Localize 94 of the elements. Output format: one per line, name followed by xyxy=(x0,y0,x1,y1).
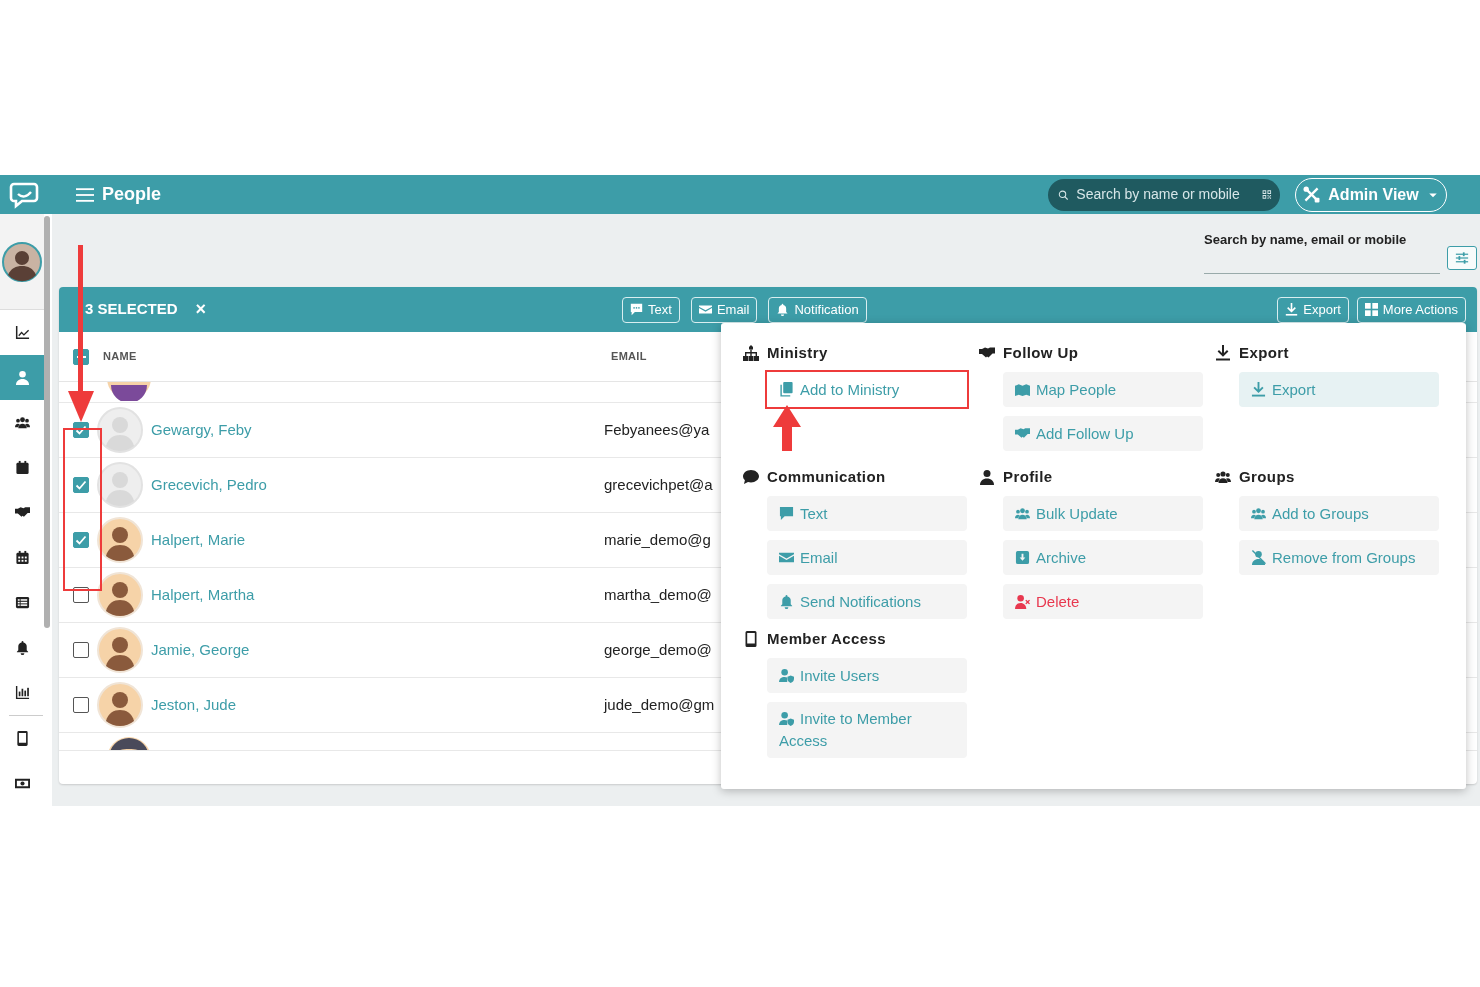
email-text: Febyanees@ya xyxy=(604,419,710,440)
menu-item[interactable]: Delete xyxy=(1003,584,1203,619)
email-text: marie_demo@g xyxy=(604,529,711,550)
handshake-icon xyxy=(1015,425,1030,441)
bell-icon xyxy=(776,303,790,316)
scrollbar[interactable] xyxy=(44,216,50,628)
section-title: Profile xyxy=(1003,466,1053,487)
email-text: jude_demo@gm xyxy=(604,694,715,715)
menu-item[interactable]: Add to Ministry xyxy=(767,372,967,407)
action-button[interactable]: More Actions xyxy=(1356,296,1466,323)
section-title: Communication xyxy=(767,466,886,487)
people-icon xyxy=(14,415,30,430)
section-title: Groups xyxy=(1239,466,1295,487)
person-slash-icon xyxy=(1251,549,1266,565)
search-input[interactable]: Search by name or mobile xyxy=(1076,184,1255,205)
person-shield-icon xyxy=(779,667,794,683)
people-icon xyxy=(1251,505,1266,521)
person-link[interactable]: Jamie, George xyxy=(151,638,604,662)
bell-icon xyxy=(14,640,30,655)
section-title: Ministry xyxy=(767,342,828,363)
selection-count: 3 SELECTED xyxy=(85,299,178,320)
email-text: grecevichpet@a xyxy=(604,474,713,495)
row-checkbox[interactable] xyxy=(73,532,89,548)
menu-item[interactable]: Invite to Member Access xyxy=(767,702,967,758)
calendar-grid-icon xyxy=(14,550,30,565)
annotation-arrow xyxy=(771,405,803,451)
row-checkbox[interactable] xyxy=(73,697,89,713)
hierarchy-icon xyxy=(743,345,759,361)
phone-icon xyxy=(743,631,759,647)
calendar-icon xyxy=(14,460,30,475)
filter-button[interactable] xyxy=(1447,246,1477,270)
person-link[interactable]: Halpert, Martha xyxy=(151,583,604,607)
person-link[interactable]: Jeston, Jude xyxy=(151,693,604,717)
menu-item[interactable]: Map People xyxy=(1003,372,1203,407)
person-link[interactable]: Grecevich, Pedro xyxy=(151,473,604,497)
action-button[interactable]: Notification xyxy=(768,296,867,323)
menu-item[interactable]: Remove from Groups xyxy=(1239,540,1439,575)
person-icon xyxy=(14,370,30,385)
bar-chart-icon xyxy=(14,685,30,700)
menu-item[interactable]: Export xyxy=(1239,372,1439,407)
close-button[interactable]: × xyxy=(195,296,207,323)
section-title: Follow Up xyxy=(1003,342,1079,363)
email-text: martha_demo@ xyxy=(604,584,712,605)
search-field[interactable]: Search by name or mobile xyxy=(1048,178,1280,211)
phone-icon xyxy=(14,731,30,746)
action-button[interactable]: Export xyxy=(1277,296,1349,323)
menu-item[interactable]: Archive xyxy=(1003,540,1203,575)
banknote-icon xyxy=(14,776,30,791)
documents-icon xyxy=(779,381,794,397)
qr-code-icon xyxy=(1262,187,1272,202)
column-header[interactable]: EMAIL xyxy=(611,348,647,365)
person-shield-icon xyxy=(779,711,794,726)
avatar[interactable] xyxy=(2,241,42,282)
person-remove-icon xyxy=(1015,593,1030,609)
line-chart-icon xyxy=(14,325,30,340)
person-link[interactable]: Halpert, Marie xyxy=(151,528,604,552)
menu-item[interactable]: Email xyxy=(767,540,967,575)
map-icon xyxy=(1015,381,1030,397)
email-text: george_demo@ xyxy=(604,639,712,660)
envelope-icon xyxy=(698,303,712,316)
row-checkbox[interactable] xyxy=(73,477,89,493)
menu-icon xyxy=(76,185,94,204)
section-title: Export xyxy=(1239,342,1289,363)
column-header[interactable]: NAME xyxy=(103,348,611,365)
field-label: Search by name, email or mobile xyxy=(1204,231,1408,249)
download-icon xyxy=(1285,303,1299,316)
message-icon xyxy=(779,505,794,521)
page-title: People xyxy=(102,183,162,206)
bell-icon xyxy=(779,593,794,609)
menu-button[interactable] xyxy=(76,185,94,204)
menu-item[interactable]: Send Notifications xyxy=(767,584,967,619)
menu-item[interactable]: Invite Users xyxy=(767,658,967,693)
menu-item[interactable]: Text xyxy=(767,496,967,531)
tools-icon xyxy=(1303,186,1321,203)
person-link[interactable]: Gewargy, Feby xyxy=(151,418,604,442)
people-icon xyxy=(1015,505,1030,521)
person-icon xyxy=(979,469,995,485)
download-icon xyxy=(1251,381,1266,397)
menu-item[interactable]: Bulk Update xyxy=(1003,496,1203,531)
list-icon xyxy=(14,595,30,610)
action-button[interactable]: Email xyxy=(690,296,758,323)
message-icon xyxy=(630,303,644,316)
download-icon xyxy=(1215,345,1231,361)
menu-item[interactable]: Add to Groups xyxy=(1239,496,1439,531)
action-button[interactable]: Text xyxy=(622,296,680,323)
grid-icon xyxy=(1364,303,1378,316)
section-title: Member Access xyxy=(767,628,886,649)
archive-icon xyxy=(1015,549,1030,565)
people-icon xyxy=(1215,469,1231,485)
menu-item[interactable]: Add Follow Up xyxy=(1003,416,1203,451)
filter-icon xyxy=(1455,251,1469,265)
row-checkbox[interactable] xyxy=(73,642,89,658)
speech-bubble-icon xyxy=(743,469,759,485)
handshake-icon xyxy=(14,505,30,520)
